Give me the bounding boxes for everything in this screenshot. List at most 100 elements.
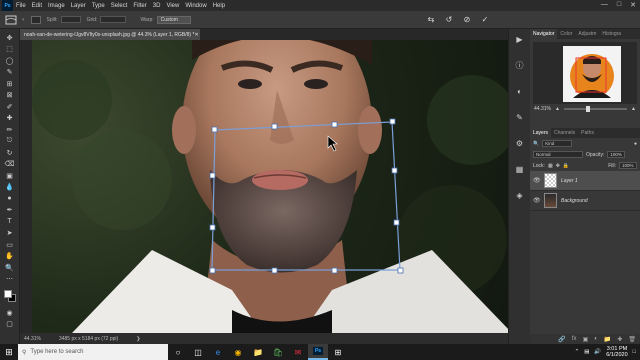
layer-row-layer-1[interactable]: 👁 Layer 1 [530, 171, 640, 191]
channels-icon[interactable]: ◈ [514, 189, 526, 201]
tab-color[interactable]: Color [557, 31, 575, 37]
zoom-slider[interactable] [563, 106, 628, 112]
switch-mode-icon[interactable]: ⇆ [426, 15, 436, 25]
menu-view[interactable]: View [163, 3, 182, 9]
menu-select[interactable]: Select [108, 3, 131, 9]
photoshop-taskbar-icon[interactable]: Ps [308, 344, 328, 360]
marquee-tool-icon[interactable]: ⬚ [3, 44, 17, 56]
eraser-tool-icon[interactable]: ⌫ [3, 159, 17, 171]
document-tab[interactable]: noah-van-de-wetering-IJgv8VIty0s-unsplas… [20, 29, 200, 40]
tab-histogram[interactable]: Histogra [599, 31, 624, 37]
photoshop-logo-icon[interactable]: Ps [2, 0, 13, 11]
split-field[interactable] [60, 16, 81, 23]
file-explorer-icon[interactable]: 📁 [248, 344, 268, 360]
info-icon[interactable]: ⓘ [514, 59, 526, 71]
crop-tool-icon[interactable]: ⊞ [3, 78, 17, 90]
close-document-icon[interactable]: ✕ [194, 32, 198, 38]
opacity-field[interactable]: 100% [607, 151, 626, 158]
group-icon[interactable]: 📁 [604, 336, 611, 343]
zoom-slider-knob[interactable] [586, 106, 591, 112]
notifications-icon[interactable]: □ [633, 349, 636, 355]
reference-point-icon[interactable] [30, 15, 41, 24]
path-selection-tool-icon[interactable]: ➤ [3, 228, 17, 240]
zoom-level[interactable]: 44.31% [24, 336, 41, 342]
dodge-tool-icon[interactable]: ● [3, 193, 17, 205]
volume-icon[interactable]: 🔊 [594, 349, 601, 355]
tab-adjustments[interactable]: Adjustm [575, 31, 599, 37]
menu-edit[interactable]: Edit [29, 3, 45, 9]
lasso-tool-icon[interactable]: ◯ [3, 55, 17, 67]
chevron-up-icon[interactable]: ⌃ [575, 349, 580, 355]
commit-transform-icon[interactable]: ✓ [480, 15, 490, 25]
add-mask-icon[interactable]: ▣ [583, 336, 589, 343]
mail-icon[interactable]: ✉ [288, 344, 308, 360]
new-layer-icon[interactable]: ✚ [617, 336, 622, 343]
photo-canvas[interactable] [32, 40, 510, 333]
gradient-tool-icon[interactable]: ▣ [3, 170, 17, 182]
rectangle-tool-icon[interactable]: ▭ [3, 239, 17, 251]
warp-select[interactable]: Custom [156, 15, 191, 24]
visibility-eye-icon[interactable]: 👁 [533, 177, 541, 184]
menu-file[interactable]: File [13, 3, 29, 9]
canvas-area[interactable] [20, 40, 510, 333]
lock-pixels-icon[interactable]: ▦ [548, 163, 553, 169]
pen-tool-icon[interactable]: ✒ [3, 205, 17, 217]
layer-name[interactable]: Layer 1 [561, 178, 578, 184]
undo-icon[interactable]: ↺ [444, 15, 454, 25]
menu-layer[interactable]: Layer [68, 3, 89, 9]
healing-brush-tool-icon[interactable]: ✚ [3, 113, 17, 125]
visibility-eye-icon[interactable]: 👁 [533, 197, 541, 204]
menu-image[interactable]: Image [45, 3, 68, 9]
history-brush-tool-icon[interactable]: ↻ [3, 147, 17, 159]
adjustment-layer-icon[interactable]: ◐ [594, 336, 598, 342]
menu-help[interactable]: Help [210, 3, 228, 9]
tab-channels[interactable]: Channels [551, 130, 578, 136]
cancel-transform-icon[interactable]: ⊘ [462, 15, 472, 25]
hand-tool-icon[interactable]: ✋ [3, 251, 17, 263]
chevron-down-icon[interactable]: ▾ [22, 17, 25, 23]
clone-stamp-tool-icon[interactable]: ⎋ [3, 136, 17, 148]
eyedropper-tool-icon[interactable]: ✐ [3, 101, 17, 113]
frame-tool-icon[interactable]: ⊠ [3, 90, 17, 102]
trash-icon[interactable]: 🗑 [628, 336, 636, 343]
clock[interactable]: 3:01 PM 6/1/2020 [606, 346, 627, 358]
navigator-thumbnail[interactable] [533, 42, 637, 104]
fx-icon[interactable]: fx [572, 336, 577, 342]
brush-settings-icon[interactable]: ✎ [514, 111, 526, 123]
brush-tool-icon[interactable]: ✏ [3, 124, 17, 136]
status-arrow-icon[interactable]: ❯ [136, 336, 140, 342]
fill-field[interactable]: 100% [619, 162, 637, 169]
zoom-tool-icon[interactable]: 🔍 [3, 262, 17, 274]
properties-icon[interactable]: ⚙ [514, 137, 526, 149]
zoom-in-icon[interactable]: ▲ [631, 106, 636, 112]
styles-icon[interactable]: ▦ [514, 163, 526, 175]
menu-3d[interactable]: 3D [150, 3, 164, 9]
adjustments-icon[interactable]: ◐ [514, 85, 526, 97]
quick-select-tool-icon[interactable]: ✎ [3, 67, 17, 79]
menu-type[interactable]: Type [89, 3, 108, 9]
transform-tool-preset-icon[interactable] [2, 13, 20, 27]
foreground-color-swatch[interactable] [3, 290, 12, 298]
tab-navigator[interactable]: Navigator [530, 29, 558, 39]
kind-filter-select[interactable]: Kind [542, 140, 573, 147]
minimize-icon[interactable]: — [601, 1, 608, 9]
close-icon[interactable]: ✕ [630, 1, 636, 9]
quick-mask-icon[interactable]: ◉ [3, 307, 17, 319]
type-tool-icon[interactable]: T [3, 216, 17, 228]
zoom-out-icon[interactable]: ▲ [555, 106, 560, 112]
layer-row-background[interactable]: 👁 Background [530, 191, 640, 211]
lock-all-icon[interactable]: 🔒 [563, 163, 569, 169]
menu-window[interactable]: Window [182, 3, 209, 9]
link-layers-icon[interactable]: 🔗 [558, 336, 565, 343]
task-view-icon[interactable]: ○ [168, 344, 188, 360]
layer-name[interactable]: Background [561, 198, 588, 204]
multitask-icon[interactable]: ◫ [188, 344, 208, 360]
grid-field[interactable] [100, 16, 127, 23]
screen-mode-icon[interactable]: ▢ [3, 319, 17, 331]
taskbar-search[interactable]: ⚲ Type here to search [18, 344, 168, 360]
windows-logo-icon[interactable]: ⊞ [328, 344, 348, 360]
play-icon[interactable]: ▶ [514, 33, 526, 45]
navigator-zoom-value[interactable]: 44.31% [534, 106, 551, 112]
color-swatches[interactable] [3, 289, 17, 303]
windows-start-icon[interactable]: ⊞ [0, 344, 18, 360]
